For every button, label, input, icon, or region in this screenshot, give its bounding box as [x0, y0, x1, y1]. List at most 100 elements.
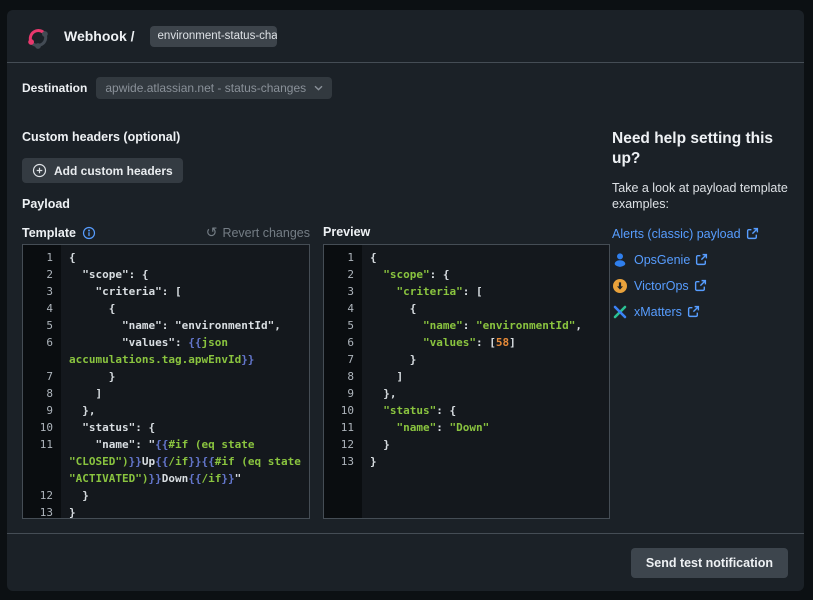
- code-line: 2 "scope": {: [324, 266, 609, 283]
- opsgenie-link[interactable]: OpsGenie: [634, 253, 708, 267]
- xmatters-link[interactable]: xMatters: [634, 305, 700, 319]
- line-number: 10: [23, 419, 61, 436]
- alerts-classic-payload-link[interactable]: Alerts (classic) payload: [612, 227, 759, 241]
- opsgenie-icon: [612, 252, 628, 268]
- line-number: 7: [324, 351, 362, 368]
- line-number: 10: [324, 402, 362, 419]
- code-text: "status": {: [362, 402, 609, 419]
- destination-value: apwide.atlassian.net - status-changes: [105, 81, 306, 95]
- add-custom-headers-button[interactable]: Add custom headers: [22, 158, 183, 183]
- code-text: {: [362, 249, 609, 266]
- line-number: 1: [23, 249, 61, 266]
- code-line: 4 {: [23, 300, 309, 317]
- code-text: }: [362, 436, 609, 453]
- code-text: }: [61, 487, 309, 504]
- external-link-icon: [695, 253, 708, 266]
- revert-changes-label: Revert changes: [222, 226, 310, 240]
- template-label: Template: [22, 226, 76, 240]
- revert-icon: ↺: [206, 226, 218, 240]
- code-text: }: [61, 504, 309, 519]
- help-title: Need help setting this up?: [612, 129, 794, 169]
- code-line: 6 "values": {{json accumulations.tag.apw…: [23, 334, 309, 368]
- code-text: "status": {: [61, 419, 309, 436]
- line-number: 5: [324, 317, 362, 334]
- line-number: 7: [23, 368, 61, 385]
- line-number: 2: [324, 266, 362, 283]
- line-number: 3: [23, 283, 61, 300]
- plus-circle-icon: [32, 163, 47, 178]
- destination-row: Destination apwide.atlassian.net - statu…: [22, 77, 332, 99]
- code-line: 7 }: [23, 368, 309, 385]
- code-line: 10 "status": {: [324, 402, 609, 419]
- code-text: {: [61, 300, 309, 317]
- code-text: "scope": {: [362, 266, 609, 283]
- code-line: 3 "criteria": [: [23, 283, 309, 300]
- code-line: 4 {: [324, 300, 609, 317]
- add-custom-headers-label: Add custom headers: [54, 164, 173, 178]
- code-line: 11 "name": "Down": [324, 419, 609, 436]
- line-number: 13: [23, 504, 61, 519]
- code-line: 11 "name": "{{#if (eq state "CLOSED")}}U…: [23, 436, 309, 487]
- code-line: 10 "status": {: [23, 419, 309, 436]
- code-line: 1{: [324, 249, 609, 266]
- alerts-classic-payload-label: Alerts (classic) payload: [612, 227, 741, 241]
- code-text: "values": {{json accumulations.tag.apwEn…: [61, 334, 309, 368]
- code-text: }: [61, 368, 309, 385]
- code-line: 7 }: [324, 351, 609, 368]
- victorops-label: VictorOps: [634, 279, 689, 293]
- code-line: 6 "values": [58]: [324, 334, 609, 351]
- line-number: 13: [324, 453, 362, 470]
- webhook-config-panel: Webhook / environment-status-cha Destina…: [7, 10, 804, 591]
- code-text: "name": "{{#if (eq state "CLOSED")}}Up{{…: [61, 436, 309, 487]
- line-number: 5: [23, 317, 61, 334]
- xmatters-icon: [612, 304, 628, 320]
- code-text: },: [61, 402, 309, 419]
- line-number: 4: [324, 300, 362, 317]
- code-text: },: [362, 385, 609, 402]
- code-text: ]: [61, 385, 309, 402]
- code-line: 8 ]: [324, 368, 609, 385]
- code-text: }: [362, 453, 609, 470]
- help-link-row: xMatters: [612, 303, 794, 320]
- info-icon[interactable]: [82, 226, 96, 240]
- line-number: 11: [23, 436, 61, 487]
- destination-select[interactable]: apwide.atlassian.net - status-changes: [96, 77, 332, 99]
- code-text: "criteria": [: [362, 283, 609, 300]
- send-test-notification-button[interactable]: Send test notification: [631, 548, 788, 578]
- panel-header: Webhook / environment-status-cha: [7, 10, 804, 62]
- custom-headers-label: Custom headers (optional): [22, 130, 180, 144]
- webhook-name-badge: environment-status-cha: [150, 26, 277, 47]
- code-line: 3 "criteria": [: [324, 283, 609, 300]
- code-text: "name": "Down": [362, 419, 609, 436]
- code-line: 9 },: [324, 385, 609, 402]
- help-subtitle: Take a look at payload template examples…: [612, 180, 794, 212]
- line-number: 1: [324, 249, 362, 266]
- preview-code: 1{2 "scope": {3 "criteria": [4 {5 "name"…: [324, 245, 609, 470]
- code-text: "criteria": [: [61, 283, 309, 300]
- header-divider: [7, 62, 804, 63]
- code-text: {: [61, 249, 309, 266]
- line-number: 6: [23, 334, 61, 368]
- victorops-icon: [612, 278, 628, 294]
- line-number: 6: [324, 334, 362, 351]
- xmatters-label: xMatters: [634, 305, 682, 319]
- payload-label: Payload: [22, 197, 70, 211]
- chevron-down-icon: [314, 85, 323, 91]
- webhook-logo-icon: [22, 19, 54, 53]
- preview-editor: 1{2 "scope": {3 "criteria": [4 {5 "name"…: [323, 244, 610, 519]
- code-line: 12 }: [324, 436, 609, 453]
- code-text: ]: [362, 368, 609, 385]
- template-editor[interactable]: 1{2 "scope": {3 "criteria": [4 {5 "name"…: [22, 244, 310, 519]
- code-line: 1{: [23, 249, 309, 266]
- code-text: "scope": {: [61, 266, 309, 283]
- code-text: }: [362, 351, 609, 368]
- line-number: 9: [23, 402, 61, 419]
- code-line: 9 },: [23, 402, 309, 419]
- line-number: 9: [324, 385, 362, 402]
- external-link-icon: [694, 279, 707, 292]
- victorops-link[interactable]: VictorOps: [634, 279, 707, 293]
- line-number: 12: [23, 487, 61, 504]
- revert-changes-button[interactable]: ↺ Revert changes: [206, 226, 310, 240]
- line-number: 3: [324, 283, 362, 300]
- line-number: 8: [324, 368, 362, 385]
